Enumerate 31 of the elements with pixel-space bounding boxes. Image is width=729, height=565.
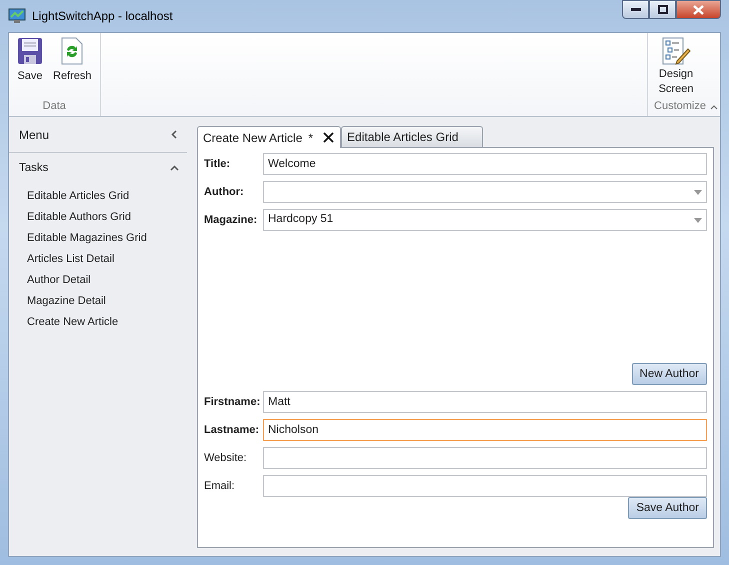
sidebar-item[interactable]: Editable Authors Grid <box>9 206 189 227</box>
ribbon-button[interactable]: Design Screen <box>654 37 698 98</box>
ribbon-button[interactable]: Save <box>15 37 45 98</box>
save-author-button[interactable]: Save Author <box>628 497 707 519</box>
input-field[interactable]: Welcome <box>263 153 707 175</box>
field-label: Title: <box>204 156 232 172</box>
tab[interactable]: Editable Articles Grid <box>341 126 484 147</box>
window-title: LightSwitchApp - localhost <box>32 8 173 25</box>
unsaved-mark: * <box>308 130 314 146</box>
field-label: Email: <box>204 478 236 494</box>
sidebar-item[interactable]: Editable Articles Grid <box>9 185 189 206</box>
menu-title: Menu <box>19 126 50 144</box>
sidebar-item[interactable]: Author Detail <box>9 269 189 290</box>
ribbon-group-label: Data <box>42 98 66 114</box>
ribbon-button[interactable]: Refresh <box>51 37 94 98</box>
field-label: Magazine: <box>204 212 258 228</box>
sidebar-item[interactable]: Create New Article <box>9 311 189 332</box>
section-title: Tasks <box>19 161 48 176</box>
field-label: Author: <box>204 184 245 200</box>
sidebar-item[interactable]: Articles List Detail <box>9 248 189 269</box>
sidebar-item[interactable]: Magazine Detail <box>9 290 189 311</box>
sidebar-item[interactable]: Editable Magazines Grid <box>9 227 189 248</box>
tab[interactable]: Create New Article * <box>197 126 342 148</box>
field-label: Website: <box>204 450 248 466</box>
ribbon-group-label: Customize <box>654 98 706 114</box>
dropdown-field[interactable]: Hardcopy 51 <box>263 209 707 231</box>
field-label: Lastname: <box>204 422 260 438</box>
field-label: Firstname: <box>204 394 262 410</box>
input-field[interactable]: Matt <box>263 391 707 413</box>
input-field[interactable]: Nicholson <box>263 419 707 441</box>
new-author-button[interactable]: New Author <box>632 363 707 385</box>
